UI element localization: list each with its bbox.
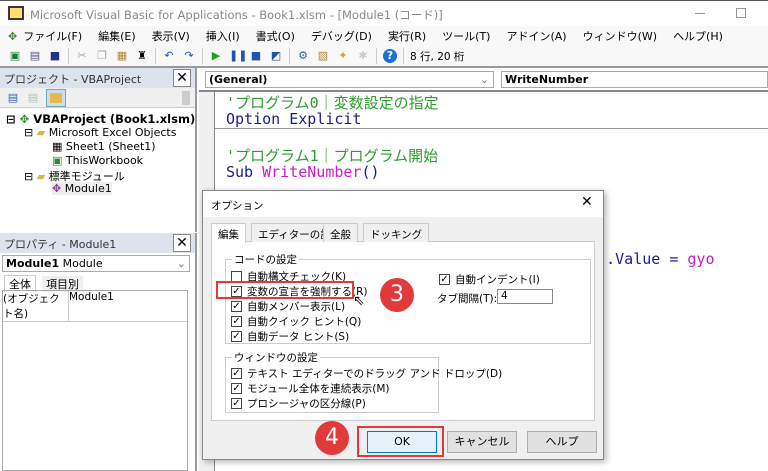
procedure-combo[interactable]: WriteNumber: [501, 71, 768, 88]
help-button[interactable]: ヘルプ: [527, 431, 597, 453]
module-icon: ✥: [52, 182, 62, 195]
stop-icon[interactable]: ■: [249, 49, 263, 63]
project-explorer-title: プロジェクト - VBAProject: [4, 73, 142, 86]
dialog-title: オプション: [211, 200, 264, 212]
vba-app-icon: [8, 6, 24, 20]
menu-debug[interactable]: デバッグ(D): [311, 28, 372, 44]
property-grid: (オブジェクト名) Module1: [2, 290, 188, 471]
properties-window-icon[interactable]: ▧: [316, 49, 330, 63]
view-object-icon[interactable]: ▤: [26, 91, 40, 105]
vba-menu-icon[interactable]: ✥: [8, 30, 17, 43]
close-properties-button[interactable]: ✕: [173, 234, 191, 252]
properties-header: プロパティ - Module1: [0, 233, 195, 253]
menu-file[interactable]: ファイル(F): [23, 28, 82, 44]
checkbox-procedure-separator[interactable]: ✓ プロシージャの区分線(P): [231, 396, 366, 411]
copy-icon[interactable]: ❐: [95, 49, 109, 63]
tree-vbaproject[interactable]: ⊟ ✥ VBAProject (Book1.xlsm): [6, 112, 195, 126]
code-line-2[interactable]: Option Explicit: [226, 110, 361, 128]
object-dropdown[interactable]: Module1 Module ⌄: [2, 255, 190, 272]
object-browser-icon[interactable]: ✦: [336, 49, 350, 63]
tab-general[interactable]: 全般: [323, 223, 358, 242]
object-combo[interactable]: (General) ⌄: [205, 71, 494, 88]
chevron-down-icon: ⌄: [479, 73, 489, 86]
menu-help[interactable]: ヘルプ(H): [673, 28, 723, 44]
window-settings-label: ウィンドウの設定: [232, 350, 320, 365]
project-explorer-header: プロジェクト - VBAProject: [0, 68, 195, 88]
toolbar: ▣ ▤ ■ ✂ ❐ ▦ ♜ ↶ ↷ ▶ ❚❚ ■ ◩ ⚙ ▧ ✦ ✱ ? 8 行…: [0, 46, 768, 68]
cut-icon[interactable]: ✂: [75, 49, 89, 63]
code-settings-label: コードの設定: [232, 252, 299, 267]
window-title: Microsoft Visual Basic for Applications …: [30, 8, 443, 22]
title-bar: Microsoft Visual Basic for Applications …: [0, 0, 768, 26]
run-icon[interactable]: ▶: [209, 49, 223, 63]
find-icon[interactable]: ♜: [135, 49, 149, 63]
insert-userform-icon[interactable]: ▤: [28, 49, 42, 63]
step-marker-4: 4: [315, 421, 349, 455]
cancel-button[interactable]: キャンセル: [447, 431, 517, 453]
step-marker-3: 3: [380, 278, 414, 312]
highlight-ok-button: [357, 426, 444, 457]
menu-run[interactable]: 実行(R): [388, 28, 426, 44]
vbaproject-icon: ✥: [19, 112, 30, 126]
design-mode-icon[interactable]: ◩: [269, 49, 283, 63]
folder-icon: ▰: [36, 126, 46, 139]
menu-insert[interactable]: 挿入(I): [206, 28, 240, 44]
workbook-icon: ▣: [52, 154, 63, 167]
checkbox-auto-list-members[interactable]: ✓ 自動メンバー表示(L): [231, 299, 345, 314]
minimize-button[interactable]: [695, 13, 705, 14]
tree-thisworkbook[interactable]: ▣ ThisWorkbook: [52, 154, 143, 167]
maximize-button[interactable]: [736, 8, 746, 18]
cursor-position: 8 行, 20 桁: [410, 50, 465, 63]
project-explorer-icon[interactable]: ⚙: [296, 49, 310, 63]
tree-excel-objects[interactable]: ⊟ ▰ Microsoft Excel Objects: [24, 126, 176, 139]
highlight-require-declaration: [216, 281, 354, 299]
toggle-folders-button[interactable]: [46, 89, 66, 107]
close-project-explorer-button[interactable]: ✕: [173, 69, 191, 87]
code-line-4[interactable]: Sub WriteNumber(): [226, 163, 380, 181]
pause-icon[interactable]: ❚❚: [229, 49, 247, 63]
menu-addins[interactable]: アドイン(A): [506, 28, 566, 44]
undo-icon[interactable]: ↶: [162, 49, 176, 63]
view-code-icon[interactable]: ▤: [6, 91, 20, 105]
paste-icon[interactable]: ▦: [115, 49, 129, 63]
checkbox-auto-indent[interactable]: ✓ 自動インデント(I): [439, 272, 540, 287]
dialog-title-bar: オプション ✕: [203, 191, 603, 217]
options-dialog: オプション ✕ 編集 エディターの設定 全般 ドッキング コードの設定 自動構文…: [202, 190, 604, 460]
tree-module1[interactable]: ✥ Module1: [52, 182, 112, 195]
menu-view[interactable]: 表示(V): [152, 28, 190, 44]
tab-edit[interactable]: 編集: [211, 223, 246, 243]
chevron-down-icon: ⌄: [176, 257, 186, 270]
menu-format[interactable]: 書式(O): [256, 28, 295, 44]
tree-sheet1[interactable]: ▦ Sheet1 (Sheet1): [52, 140, 156, 153]
mouse-cursor-icon: ⇖: [353, 293, 365, 309]
toolbox-icon[interactable]: ✱: [356, 49, 370, 63]
menu-bar: ✥ ファイル(F) 編集(E) 表示(V) 挿入(I) 書式(O) デバッグ(D…: [0, 26, 768, 46]
excel-icon[interactable]: ▣: [8, 49, 22, 63]
properties-window: プロパティ - Module1 ✕ Module1 Module ⌄ 全体 項目別…: [0, 233, 197, 471]
tab-width-input[interactable]: 4: [497, 289, 553, 304]
menu-window[interactable]: ウィンドウ(W): [583, 28, 657, 44]
project-explorer: プロジェクト - VBAProject ✕ ▤ ▤ ⊟ ✥ VBAProject…: [0, 68, 197, 232]
tab-width-label: タブ間隔(T):: [437, 293, 498, 305]
menu-tools[interactable]: ツール(T): [442, 28, 490, 44]
sheet-icon: ▦: [52, 140, 63, 153]
properties-title: プロパティ - Module1: [4, 238, 117, 251]
redo-icon[interactable]: ↷: [182, 49, 196, 63]
procedure-separator: [215, 128, 768, 129]
checkbox-drag-and-drop[interactable]: ✓ テキスト エディターでのドラッグ アンド ドロップ(D): [231, 366, 502, 381]
dialog-close-button[interactable]: ✕: [581, 194, 593, 210]
save-icon[interactable]: ■: [48, 49, 62, 63]
folder-icon: ▰: [36, 170, 46, 183]
scrollbar[interactable]: [182, 91, 190, 105]
tab-docking[interactable]: ドッキング: [363, 223, 430, 242]
help-icon[interactable]: ?: [383, 49, 397, 63]
project-toolbar: ▤ ▤: [0, 88, 195, 108]
property-row[interactable]: (オブジェクト名) Module1: [3, 291, 187, 322]
menu-edit[interactable]: 編集(E): [98, 28, 136, 44]
checkbox-full-module-view[interactable]: ✓ モジュール全体を連続表示(M): [231, 381, 390, 396]
checkbox-auto-data-tips[interactable]: ✓ 自動データ ヒント(S): [231, 329, 349, 344]
checkbox-auto-quick-info[interactable]: ✓ 自動クイック ヒント(Q): [231, 314, 361, 329]
